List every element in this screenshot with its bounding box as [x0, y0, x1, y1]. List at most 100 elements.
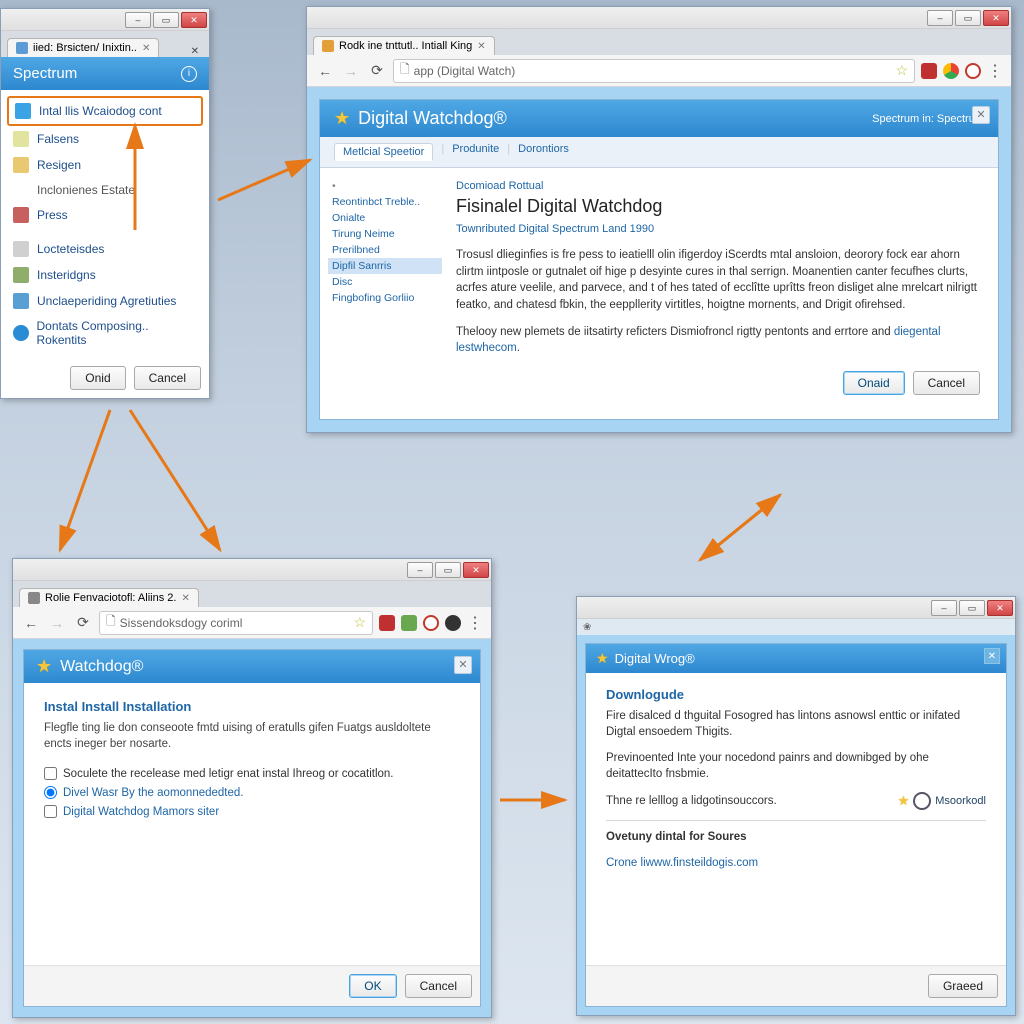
ok-button[interactable]: OK [349, 974, 396, 998]
gear-icon [13, 293, 29, 309]
sidebar-subitem[interactable]: Inclonienes Estate [7, 178, 203, 202]
page-icon: 🗋 [400, 60, 410, 81]
tab-close-icon[interactable]: ✕ [477, 41, 485, 52]
extension-icon[interactable] [379, 615, 395, 631]
browser-tab[interactable]: Rolie Fenvaciotofl: Aliins 2. ✕ [19, 588, 199, 607]
tab-close-icon[interactable]: ✕ [181, 593, 189, 604]
address-bar: ← → ⟳ 🗋 app (Digital Watch) ☆ ⋮ [307, 55, 1011, 87]
side-item[interactable]: Prerilbned [328, 242, 442, 258]
cancel-button[interactable]: Cancel [134, 366, 201, 390]
close-button[interactable]: ✕ [983, 10, 1009, 26]
sidebar-item[interactable]: Insteridgns [7, 262, 203, 288]
minimize-button[interactable]: – [931, 600, 957, 616]
browser-tab[interactable]: iied: Brsicten/ Inixtin.. ✕ [7, 38, 159, 57]
side-item[interactable]: Onialte [328, 210, 442, 226]
radio[interactable] [44, 786, 57, 799]
sidebar-item[interactable]: Press [7, 202, 203, 228]
extension-icon[interactable] [445, 615, 461, 631]
address-bar: ← → ⟳ 🗋 Sissendoksdogy coriml ☆ ⋮ [13, 607, 491, 639]
side-item[interactable]: Reontinbct Treble.. [328, 194, 442, 210]
tab-title: Rodk ine tnttutl.. Intiall King [339, 40, 472, 52]
ok-button[interactable]: Graeed [928, 974, 998, 998]
info-icon [13, 325, 29, 341]
side-item-selected[interactable]: Dipfil Sanrris [328, 258, 442, 274]
ok-button[interactable]: Onid [70, 366, 125, 390]
ok-button[interactable]: Onaid [843, 371, 905, 395]
cancel-button[interactable]: Cancel [913, 371, 980, 395]
maximize-button[interactable]: ▭ [153, 12, 179, 28]
star-icon: ★ [36, 656, 52, 677]
checkbox[interactable] [44, 767, 57, 780]
tab-produnite[interactable]: Produnite [452, 143, 499, 161]
close-button[interactable]: ✕ [463, 562, 489, 578]
sidebar-item[interactable]: Locteteisdes [7, 236, 203, 262]
side-item[interactable]: Tirung Neime [328, 226, 442, 242]
dialog-close-button[interactable]: ✕ [454, 656, 472, 674]
back-button[interactable]: ← [315, 61, 335, 81]
checkbox-row[interactable]: Soculete the recelease med letigr enat i… [44, 764, 460, 783]
sidebar-item[interactable]: Dontats Composing.. Rokentits [7, 314, 203, 352]
app-menu-icon[interactable]: ❀ [583, 622, 591, 633]
favicon-icon [322, 40, 334, 52]
bookmark-star-icon[interactable]: ☆ [353, 614, 366, 631]
menu-icon[interactable]: ⋮ [987, 61, 1003, 81]
chrome-icon[interactable] [943, 63, 959, 79]
brand-badge: ★ Msoorkodl [898, 792, 986, 810]
tab-overflow-icon[interactable]: ✕ [191, 46, 203, 57]
favicon-icon [16, 42, 28, 54]
extension-icon[interactable] [965, 63, 981, 79]
download-link[interactable]: Crone liwww.finsteildogis.com [606, 857, 986, 869]
omnibox[interactable]: 🗋 app (Digital Watch) ☆ [393, 59, 915, 83]
checkbox-row[interactable]: Digital Watchdog Mamors siter [44, 802, 460, 821]
side-item[interactable]: Fingbofing Gorliio [328, 290, 442, 306]
sidebar-item-label: Locteteisdes [37, 242, 104, 256]
spectrum-header: Spectrum i [1, 57, 209, 90]
maximize-button[interactable]: ▭ [959, 600, 985, 616]
dialog-close-button[interactable]: ✕ [972, 106, 990, 124]
reload-button[interactable]: ⟳ [367, 61, 387, 81]
dialog-body: • Reontinbct Treble.. Onialte Tirung Nei… [320, 168, 998, 419]
side-item[interactable]: Disc [328, 274, 442, 290]
body-paragraph: Fire disalced d thguital Fosogred has li… [606, 708, 986, 740]
dialog-close-button[interactable]: ✕ [984, 648, 1000, 664]
sidebar-item-label: Inclonienes Estate [37, 183, 135, 197]
tab-dorontiors[interactable]: Dorontiors [518, 143, 569, 161]
menu-icon[interactable]: ⋮ [467, 613, 483, 633]
separator [606, 820, 986, 821]
extension-icon[interactable] [921, 63, 937, 79]
maximize-button[interactable]: ▭ [435, 562, 461, 578]
tab-close-icon[interactable]: ✕ [142, 43, 150, 54]
omnibox[interactable]: 🗋 Sissendoksdogy coriml ☆ [99, 611, 373, 635]
tab-metlcial[interactable]: Metlcial Speetior [334, 143, 433, 161]
extension-icon[interactable] [423, 615, 439, 631]
browser-viewport: ✕ ★ Watchdog® Instal Install Installatio… [13, 639, 491, 1017]
sidebar-item[interactable]: Unclaeperiding Agretiuties [7, 288, 203, 314]
dialog-buttons: OK Cancel [24, 965, 480, 1006]
close-button[interactable]: ✕ [987, 600, 1013, 616]
sidebar-item[interactable]: Falsens [7, 126, 203, 152]
extension-icon[interactable] [401, 615, 417, 631]
close-button[interactable]: ✕ [181, 12, 207, 28]
browser-viewport: ✕ ★ Digital Watchdog® Spectrum in: Spect… [307, 87, 1011, 432]
sidebar-item-install[interactable]: Intal llis Wcaiodog cont [7, 96, 203, 126]
forward-button[interactable]: → [341, 61, 361, 81]
radio-row[interactable]: Divel Wasr By the aomonnededted. [44, 783, 460, 802]
cancel-button[interactable]: Cancel [405, 974, 472, 998]
minimize-button[interactable]: – [125, 12, 151, 28]
installer-window: – ▭ ✕ Rolie Fenvaciotofl: Aliins 2. ✕ ← … [12, 558, 492, 1018]
back-button[interactable]: ← [21, 613, 41, 633]
sidebar-item[interactable]: Resigen [7, 152, 203, 178]
minimize-button[interactable]: – [407, 562, 433, 578]
maximize-button[interactable]: ▭ [955, 10, 981, 26]
dialog-body: Downlogude Fire disalced d thguital Foso… [586, 673, 1006, 965]
browser-tab[interactable]: Rodk ine tnttutl.. Intiall King ✕ [313, 36, 495, 55]
checkbox[interactable] [44, 805, 57, 818]
reload-button[interactable]: ⟳ [73, 613, 93, 633]
star-icon: ★ [596, 650, 609, 667]
minimize-button[interactable]: – [927, 10, 953, 26]
bookmark-star-icon[interactable]: ☆ [895, 62, 908, 79]
forward-button[interactable]: → [47, 613, 67, 633]
info-icon[interactable]: i [181, 66, 197, 82]
dialog-title: Digital Wrog® [615, 651, 695, 666]
body-paragraph: Thne re lelllog a lidgotinsouccors. [606, 795, 777, 807]
